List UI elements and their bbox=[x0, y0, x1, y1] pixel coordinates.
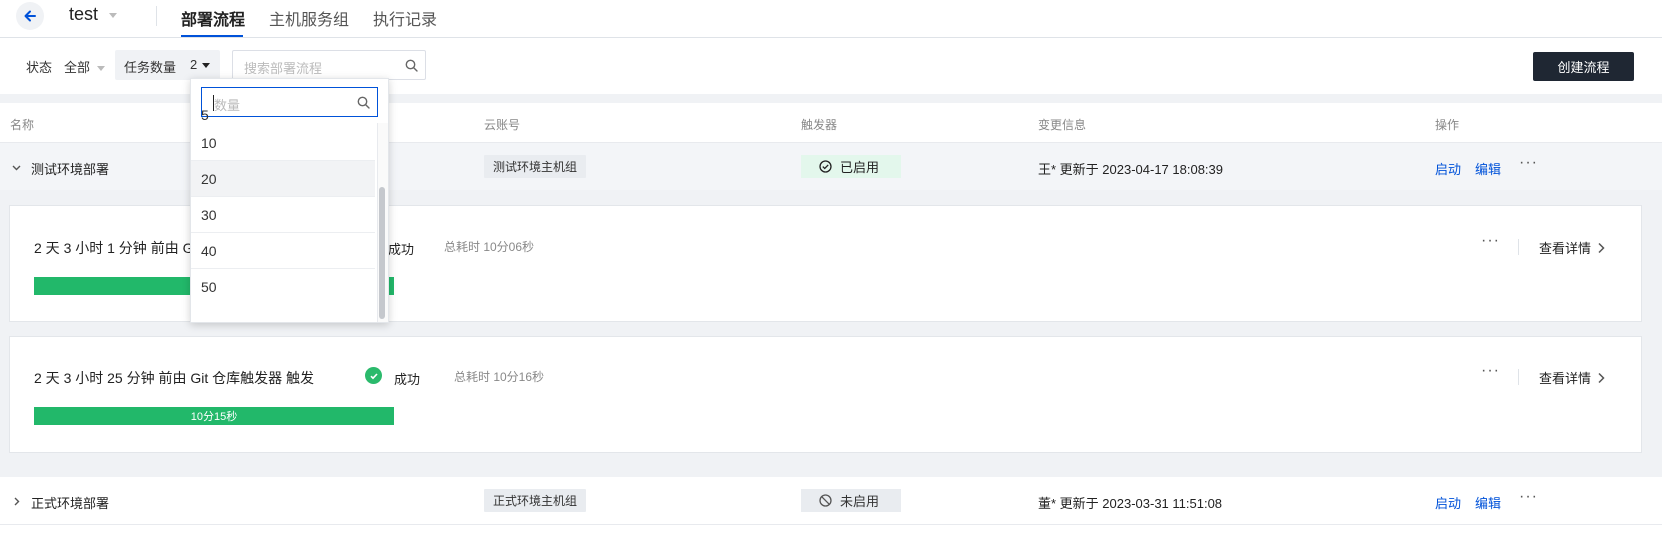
run-duration: 总耗时 10分16秒 bbox=[454, 370, 545, 384]
column-header-name: 名称 bbox=[10, 118, 35, 132]
top-nav: test 部署流程 主机服务组 执行记录 bbox=[0, 0, 1662, 38]
run-title: 2 天 3 小时 25 分钟 前由 Git 仓库触发器 触发 bbox=[34, 370, 315, 386]
pipeline-name[interactable]: 测试环境部署 bbox=[31, 159, 109, 178]
divider bbox=[1518, 239, 1519, 255]
trigger-status-label: 未启用 bbox=[840, 494, 880, 509]
active-tab-indicator bbox=[181, 35, 243, 37]
change-info: 王* 更新于 2023-04-17 18:08:39 bbox=[1038, 162, 1223, 177]
view-details-label: 查看详情 bbox=[1539, 241, 1592, 256]
dropdown-option[interactable]: 40 bbox=[191, 233, 375, 269]
trigger-status-badge: 未启用 bbox=[801, 489, 901, 512]
table-row[interactable]: 正式环境部署 正式环境主机组 未启用 董* 更新于 2023-03-31 11:… bbox=[0, 478, 1662, 525]
change-info: 董* 更新于 2023-03-31 11:51:08 bbox=[1038, 496, 1223, 511]
status-filter-label: 状态 bbox=[26, 60, 53, 75]
tab-host-service-group[interactable]: 主机服务组 bbox=[269, 6, 349, 30]
disabled-icon bbox=[819, 494, 832, 507]
more-icon[interactable]: ··· bbox=[1519, 488, 1538, 506]
create-pipeline-button[interactable]: 创建流程 bbox=[1533, 52, 1634, 81]
view-details-link[interactable]: 查看详情 bbox=[1539, 368, 1606, 387]
column-header-change: 变更信息 bbox=[1038, 118, 1087, 132]
edit-button[interactable]: 编辑 bbox=[1475, 159, 1501, 178]
chevron-right-icon bbox=[1598, 242, 1605, 253]
dropdown-option[interactable]: 50 bbox=[191, 269, 375, 305]
chevron-down-icon bbox=[96, 66, 105, 72]
tab-execution-records[interactable]: 执行记录 bbox=[373, 6, 437, 30]
account-tag: 正式环境主机组 bbox=[484, 489, 587, 512]
run-status: 成功 bbox=[388, 242, 415, 257]
view-details-link[interactable]: 查看详情 bbox=[1539, 238, 1606, 257]
edit-button[interactable]: 编辑 bbox=[1475, 493, 1501, 512]
app-switcher[interactable]: test bbox=[69, 4, 118, 25]
run-status: 成功 bbox=[394, 372, 421, 387]
run-title: 2 天 3 小时 1 分钟 前由 G bbox=[34, 240, 194, 256]
trigger-status-badge: 已启用 bbox=[801, 155, 901, 178]
pipeline-name[interactable]: 正式环境部署 bbox=[31, 493, 109, 512]
search-icon bbox=[405, 59, 418, 72]
account-tag: 测试环境主机组 bbox=[484, 155, 587, 178]
status-filter-value: 全部 bbox=[64, 60, 91, 75]
more-icon[interactable]: ··· bbox=[1481, 362, 1500, 380]
chevron-down-icon bbox=[109, 12, 118, 18]
task-count-value: 2 bbox=[190, 57, 198, 72]
start-button[interactable]: 启动 bbox=[1435, 159, 1461, 178]
trigger-status-label: 已启用 bbox=[840, 160, 880, 175]
column-header-actions: 操作 bbox=[1435, 118, 1460, 132]
divider bbox=[156, 6, 157, 26]
success-icon bbox=[365, 367, 382, 384]
dropdown-option[interactable]: 20 bbox=[191, 161, 375, 197]
run-card: 2 天 3 小时 25 分钟 前由 Git 仓库触发器 触发 成功 总耗时 10… bbox=[9, 336, 1642, 453]
task-count-dropdown: 数量 5 10 20 30 40 50 bbox=[190, 78, 389, 323]
dropdown-option[interactable]: 10 bbox=[191, 125, 375, 161]
more-icon[interactable]: ··· bbox=[1481, 232, 1500, 250]
view-details-label: 查看详情 bbox=[1539, 371, 1592, 386]
start-button[interactable]: 启动 bbox=[1435, 493, 1461, 512]
check-circle-icon bbox=[819, 160, 832, 173]
status-filter-select[interactable]: 全部 bbox=[64, 57, 105, 76]
pipeline-search-input[interactable]: 搜索部署流程 bbox=[232, 50, 426, 80]
divider bbox=[1518, 369, 1519, 385]
chevron-right-icon bbox=[1598, 372, 1605, 383]
caret-down-icon bbox=[202, 63, 210, 68]
column-header-account: 云账号 bbox=[484, 118, 521, 132]
run-duration: 总耗时 10分06秒 bbox=[444, 240, 535, 254]
dropdown-scrollbar-thumb[interactable] bbox=[379, 187, 385, 319]
tab-deploy-pipeline[interactable]: 部署流程 bbox=[181, 6, 245, 30]
run-progress-bar: 10分15秒 bbox=[34, 407, 394, 425]
chevron-down-icon[interactable] bbox=[11, 162, 22, 173]
dropdown-option[interactable]: 30 bbox=[191, 197, 375, 233]
column-header-trigger: 触发器 bbox=[801, 118, 838, 132]
more-icon[interactable]: ··· bbox=[1519, 154, 1538, 172]
chevron-right-icon[interactable] bbox=[11, 496, 22, 507]
task-count-label: 任务数量 bbox=[124, 60, 177, 75]
app-name: test bbox=[69, 4, 99, 24]
search-placeholder: 搜索部署流程 bbox=[244, 61, 323, 76]
arrow-left-icon bbox=[24, 10, 36, 22]
back-button[interactable] bbox=[16, 2, 44, 30]
task-count-filter[interactable]: 任务数量 2 bbox=[115, 50, 220, 80]
